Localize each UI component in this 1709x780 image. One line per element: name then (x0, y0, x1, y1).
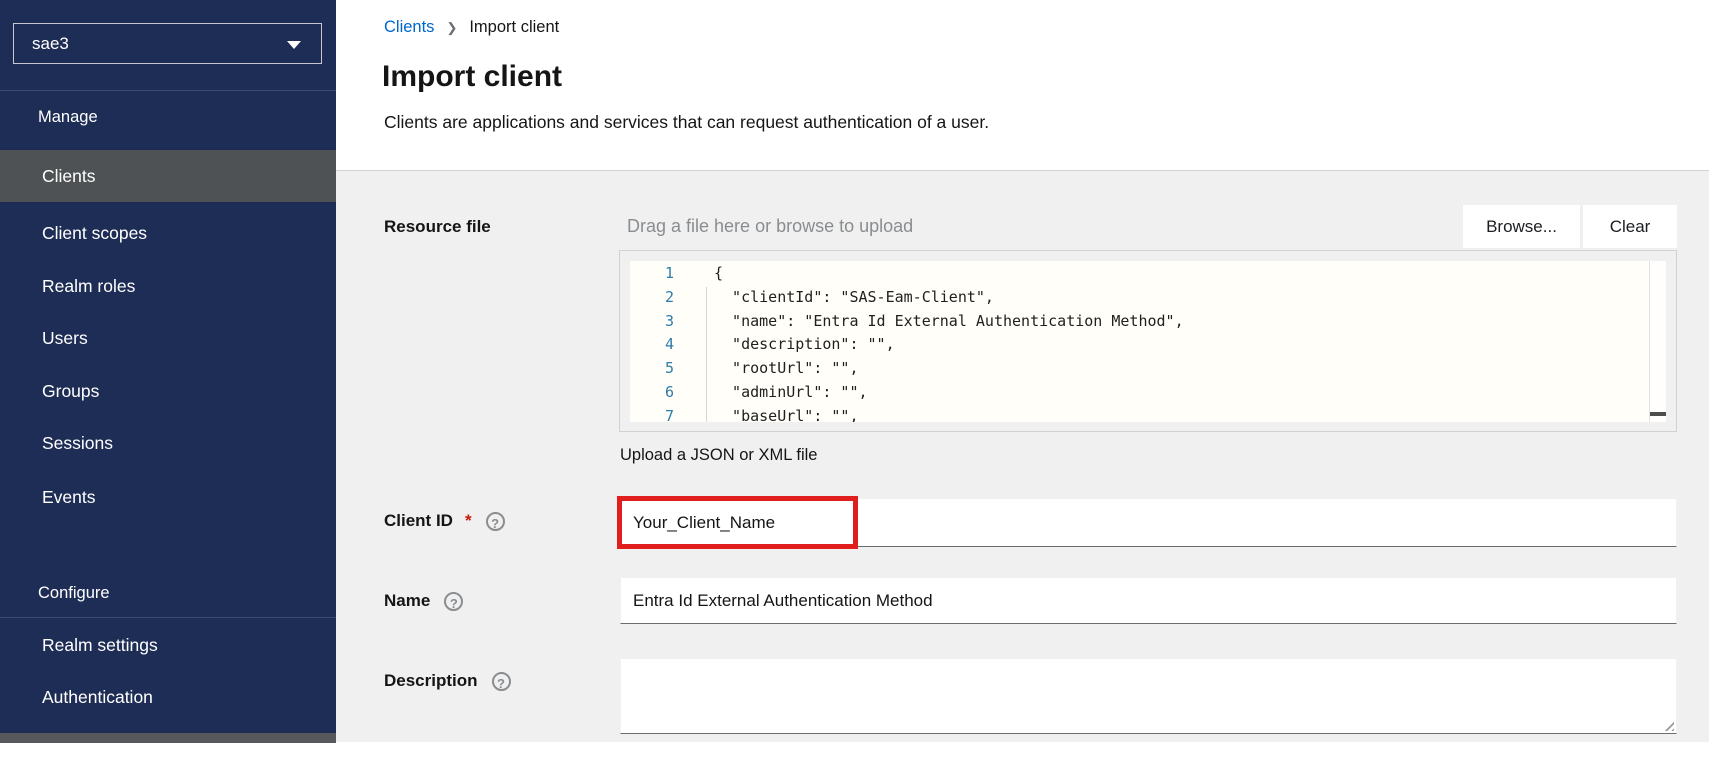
name-value: Entra Id External Authentication Method (633, 590, 933, 610)
sidebar-item-label: Groups (42, 380, 100, 401)
code-line: 7 "baseUrl": "", (630, 405, 1649, 422)
sidebar-item-authentication[interactable]: Authentication (0, 671, 336, 723)
help-icon[interactable]: ? (491, 671, 511, 691)
sidebar-item-label: Realm settings (42, 634, 158, 655)
sidebar-item-groups[interactable]: Groups (0, 365, 336, 417)
editor-scrollbar-track[interactable] (1649, 261, 1666, 422)
editor-scrollbar-thumb[interactable] (1650, 412, 1666, 416)
page-title: Import client (382, 60, 563, 93)
sidebar-item-sessions[interactable]: Sessions (0, 417, 336, 469)
page-subtitle: Clients are applications and services th… (384, 112, 990, 132)
sidebar-item-label: Events (42, 486, 96, 507)
client-id-value: Your_Client_Name (633, 512, 776, 532)
sidebar-divider (0, 617, 336, 618)
label-text: Description (384, 671, 478, 690)
main-content: Clients ❯ Import client Import client Cl… (336, 0, 1709, 780)
sidebar-item-label: Users (42, 327, 88, 348)
sidebar-item-clients[interactable]: Clients (0, 150, 336, 202)
line-number: 5 (664, 359, 674, 378)
sidebar-item-client-scopes[interactable]: Client scopes (0, 207, 336, 259)
line-text: "clientId": "SAS-Eam-Client", (714, 287, 994, 306)
description-input[interactable] (620, 658, 1677, 734)
import-client-form: Resource file Drag a file here or browse… (336, 171, 1709, 742)
sidebar-item-label: Sessions (42, 432, 114, 453)
keycloak-admin-console: sae3 Manage Clients Client scopes Realm … (0, 0, 1709, 780)
code-lines: 1{ 2 "clientId": "SAS-Eam-Client", 3 "na… (630, 262, 1649, 422)
code-line: 2 "clientId": "SAS-Eam-Client", (630, 286, 1649, 310)
line-text: "name": "Entra Id External Authenticatio… (714, 311, 1184, 330)
breadcrumb-current: Import client (469, 18, 560, 36)
file-drop-zone[interactable]: Drag a file here or browse to upload (627, 205, 913, 248)
line-number: 2 (664, 287, 674, 306)
sidebar-item-users[interactable]: Users (0, 312, 336, 364)
line-text: "description": "", (714, 335, 895, 354)
sidebar: sae3 Manage Clients Client scopes Realm … (0, 0, 336, 733)
sidebar-item-realm-settings[interactable]: Realm settings (0, 619, 336, 671)
label-text: Name (384, 591, 431, 610)
sidebar-item-events[interactable]: Events (0, 471, 336, 523)
browse-button[interactable]: Browse... (1463, 205, 1580, 248)
nav-group-configure: Configure (38, 584, 110, 602)
sidebar-item-label: Authentication (42, 686, 153, 707)
label-text: Client ID (384, 511, 453, 530)
code-line: 3 "name": "Entra Id External Authenticat… (630, 310, 1649, 334)
line-text: { (714, 264, 724, 282)
line-number: 3 (664, 311, 674, 330)
breadcrumb-clients-link[interactable]: Clients (384, 18, 434, 37)
help-icon[interactable]: ? (444, 591, 464, 611)
sidebar-item-label: Client scopes (42, 222, 148, 243)
name-input[interactable]: Entra Id External Authentication Method (620, 577, 1677, 624)
upload-helper-text: Upload a JSON or XML file (620, 446, 818, 464)
code-line: 5 "rootUrl": "", (630, 357, 1649, 381)
help-icon[interactable]: ? (485, 511, 505, 531)
line-text: "adminUrl": "", (714, 382, 868, 401)
sidebar-scrollbar[interactable] (0, 733, 336, 743)
sidebar-item-label: Realm roles (42, 275, 136, 296)
line-number: 1 (664, 264, 674, 282)
line-number: 4 (664, 335, 674, 354)
code-editor[interactable]: 1{ 2 "clientId": "SAS-Eam-Client", 3 "na… (619, 250, 1677, 432)
file-drop-placeholder: Drag a file here or browse to upload (627, 216, 914, 236)
sidebar-divider (0, 90, 336, 91)
realm-name: sae3 (32, 33, 69, 53)
line-number: 7 (664, 406, 674, 422)
breadcrumb-separator-icon: ❯ (446, 19, 458, 35)
sidebar-item-label: Clients (42, 165, 96, 186)
code-line: 1{ (630, 262, 1649, 286)
label-text: Resource file (384, 217, 491, 236)
breadcrumb: Clients ❯ Import client (384, 18, 559, 37)
code-line: 4 "description": "", (630, 333, 1649, 357)
line-text: "rootUrl": "", (714, 359, 859, 378)
client-id-input[interactable]: Your_Client_Name (620, 498, 1677, 547)
nav-group-manage: Manage (38, 108, 98, 126)
client-id-label: Client ID * ? (384, 511, 505, 531)
code-editor-content[interactable]: 1{ 2 "clientId": "SAS-Eam-Client", 3 "na… (630, 261, 1649, 422)
line-text: "baseUrl": "", (714, 406, 859, 422)
chevron-down-icon (287, 41, 301, 49)
clear-button[interactable]: Clear (1583, 205, 1677, 248)
textarea-resize-grip[interactable] (1661, 718, 1674, 731)
code-line: 6 "adminUrl": "", (630, 381, 1649, 405)
realm-selector[interactable]: sae3 (13, 23, 322, 64)
sidebar-item-realm-roles[interactable]: Realm roles (0, 260, 336, 312)
line-number: 6 (664, 382, 674, 401)
required-asterisk: * (464, 511, 472, 530)
description-label: Description ? (384, 671, 511, 691)
name-label: Name ? (384, 591, 464, 611)
resource-file-label: Resource file (384, 217, 491, 237)
